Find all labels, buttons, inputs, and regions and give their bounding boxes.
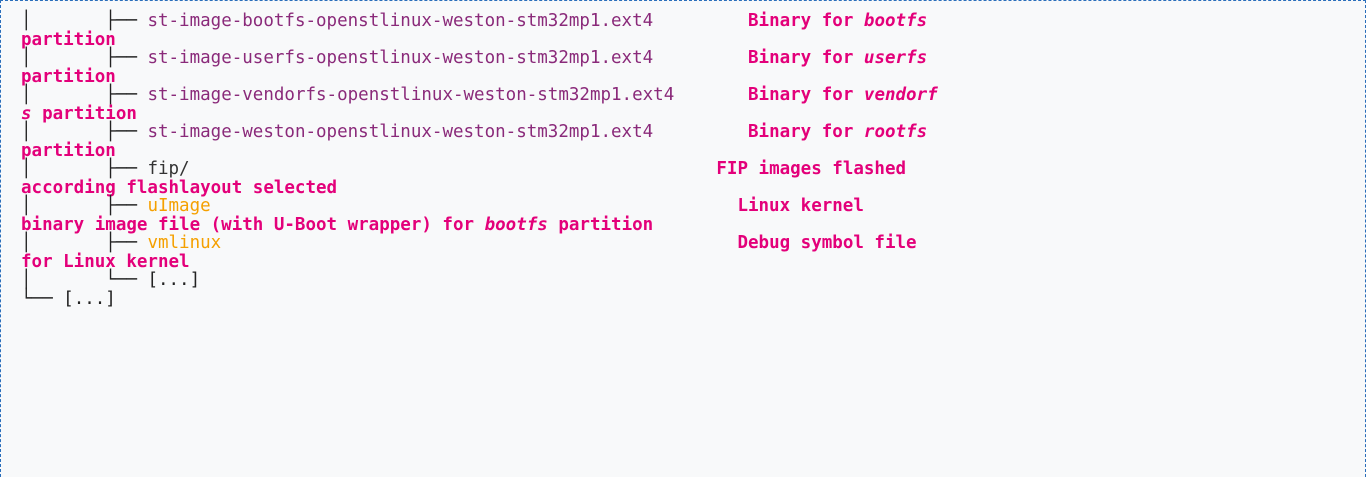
- comment-emphasis: vendorf: [863, 85, 938, 105]
- comment-wrap-line: partition: [21, 140, 938, 161]
- comment-wrap-emphasis: bootfs: [484, 214, 548, 235]
- comment-wrap-line: for Linux kernel: [21, 251, 938, 272]
- tree-row: │ ├── st-image-vendorfs-openstlinux-west…: [21, 86, 938, 105]
- comment-wrap-line: s partition: [21, 103, 938, 124]
- comment-emphasis: userfs: [863, 48, 928, 68]
- tree-row: │ ├── fip/ FIP images flashed: [21, 160, 938, 179]
- ellipsis-entry: [...]: [147, 270, 201, 290]
- directory-tree-listing: │ ├── st-image-bootfs-openstlinux-weston…: [21, 12, 938, 308]
- tree-branch: │ ├──: [21, 85, 148, 105]
- comment-text: Binary for: [748, 122, 864, 142]
- comment-wrap-tail: partition: [21, 66, 116, 87]
- kernel-file-name: vmlinux: [147, 233, 222, 253]
- comment-wrap-text: binary image file (with U-Boot wrapper) …: [21, 214, 485, 235]
- tree-branch: │ ├──: [21, 122, 148, 142]
- tree-row: │ ├── vmlinux Debug symbol file: [21, 234, 938, 253]
- comment-wrap-tail: partition: [31, 103, 137, 124]
- comment-text: Debug symbol file: [737, 233, 917, 253]
- comment-text: Binary for: [748, 85, 864, 105]
- comment-emphasis: bootfs: [863, 11, 928, 31]
- padding: [653, 122, 748, 142]
- tree-branch: │ ├──: [21, 233, 148, 253]
- ellipsis-entry: [...]: [63, 288, 116, 309]
- directory-name: fip/: [147, 159, 190, 179]
- file-comment: Binary for userfs: [748, 48, 927, 68]
- comment-wrap-tail: partition: [21, 140, 116, 161]
- file-comment: Binary for vendorf: [748, 85, 938, 105]
- tree-branch: │ ├──: [21, 48, 148, 68]
- file-comment: Debug symbol file: [737, 233, 916, 253]
- file-comment: Binary for rootfs: [748, 122, 927, 142]
- padding: [211, 196, 738, 216]
- file-comment: Linux kernel: [737, 196, 863, 216]
- padding: [221, 233, 737, 253]
- comment-text: Binary for: [748, 48, 864, 68]
- padding: [653, 48, 748, 68]
- comment-wrap-emphasis: s: [21, 103, 32, 124]
- tree-branch: │ ├──: [21, 11, 148, 31]
- tree-branch: │ ├──: [21, 196, 148, 216]
- tree-row: │ └── [...]: [21, 271, 938, 290]
- file-name: st-image-vendorfs-openstlinux-weston-stm…: [147, 85, 675, 105]
- comment-text: Binary for: [748, 11, 864, 31]
- file-comment: FIP images flashed: [716, 159, 906, 179]
- code-block: │ ├── st-image-bootfs-openstlinux-weston…: [0, 0, 1366, 477]
- comment-wrap-tail: partition: [21, 29, 116, 50]
- padding: [653, 11, 748, 31]
- tree-row: │ ├── st-image-userfs-openstlinux-weston…: [21, 49, 938, 68]
- padding: [674, 85, 748, 105]
- file-name: st-image-userfs-openstlinux-weston-stm32…: [147, 48, 654, 68]
- kernel-file-name: uImage: [147, 196, 211, 216]
- tree-branch: │ └──: [21, 270, 148, 290]
- comment-wrap-line: partition: [21, 29, 938, 50]
- tree-branch: │ ├──: [21, 159, 148, 179]
- comment-text: Linux kernel: [737, 196, 864, 216]
- comment-text: FIP images flashed: [716, 159, 907, 179]
- tree-row: │ ├── uImage Linux kernel: [21, 197, 938, 216]
- comment-wrap-tail: partition: [547, 214, 654, 235]
- tree-row: │ ├── st-image-bootfs-openstlinux-weston…: [21, 12, 938, 31]
- tree-row: │ ├── st-image-weston-openstlinux-weston…: [21, 123, 938, 142]
- comment-wrap-line: partition: [21, 66, 938, 87]
- comment-wrap-line: binary image file (with U-Boot wrapper) …: [21, 214, 938, 235]
- tree-row: └── [...]: [21, 288, 938, 309]
- padding: [190, 159, 717, 179]
- comment-wrap-text: according flashlayout selected: [21, 177, 338, 198]
- file-name: st-image-bootfs-openstlinux-weston-stm32…: [147, 11, 654, 31]
- file-comment: Binary for bootfs: [748, 11, 927, 31]
- comment-wrap-text: for Linux kernel: [21, 251, 190, 272]
- comment-wrap-line: according flashlayout selected: [21, 177, 938, 198]
- tree-branch: └──: [21, 288, 64, 309]
- comment-emphasis: rootfs: [863, 122, 928, 142]
- file-name: st-image-weston-openstlinux-weston-stm32…: [147, 122, 654, 142]
